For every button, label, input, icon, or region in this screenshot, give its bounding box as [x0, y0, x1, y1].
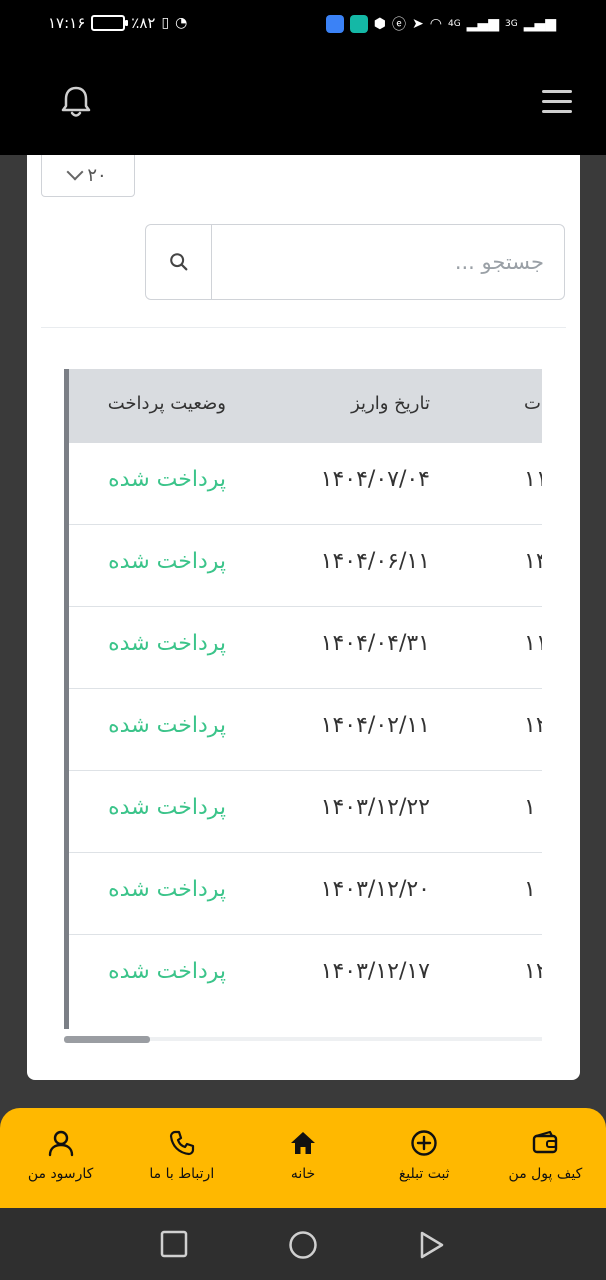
row-date: ۱۴۰۳/۱۲/۱۷ — [320, 959, 430, 984]
row-amount: ۱ — [524, 877, 536, 902]
telegram-icon: ➤ — [412, 16, 424, 32]
bottom-nav: کیف پول من ثبت تبلیغ خانه ارتباط با ما ک… — [0, 1108, 606, 1208]
page-size-value: ۲۰ — [87, 164, 107, 186]
vibrate-icon: ▯ — [161, 15, 170, 31]
battery-icon — [91, 15, 129, 31]
row-date: ۱۴۰۴/۰۷/۰۴ — [320, 467, 430, 492]
status-bar: ۱۷:۱۶ ٪۸۲ ▯ ◔ ⬢ ⓔ ➤ ◠ 4G ▂▄▆ 3G ▂▄▆ — [0, 0, 606, 50]
home-icon — [291, 1132, 315, 1154]
table-row: پرداخت شده ۱۴۰۴/۰۴/۳۱ ۱۱ — [69, 607, 542, 689]
status-left: ۱۷:۱۶ ٪۸۲ ▯ ◔ — [48, 14, 187, 32]
back-triangle-icon[interactable] — [418, 1230, 446, 1260]
row-status: پرداخت شده — [108, 877, 226, 902]
divider — [41, 327, 566, 328]
row-date: ۱۴۰۴/۰۶/۱۱ — [320, 549, 430, 574]
status-right: ⬢ ⓔ ➤ ◠ 4G ▂▄▆ 3G ▂▄▆ — [325, 14, 556, 34]
row-amount: ۱۱ — [524, 631, 542, 656]
nav-item-add-ad[interactable]: ثبت تبلیغ — [364, 1108, 485, 1208]
row-date: ۱۴۰۴/۰۲/۱۱ — [320, 713, 430, 738]
row-amount: ۱ — [524, 795, 536, 820]
hamburger-icon[interactable] — [542, 90, 572, 114]
row-amount: ۱۲ — [524, 713, 542, 738]
nav-label-home: خانه — [290, 1166, 316, 1182]
table-row: پرداخت شده ۱۴۰۳/۱۲/۲۲ ۱ — [69, 771, 542, 853]
shield-app-icon — [325, 15, 344, 33]
table-row: پرداخت شده ۱۴۰۴/۰۷/۰۴ ۱۱ — [69, 443, 542, 525]
nav-label-profile: کارسود من — [27, 1166, 94, 1182]
nav-label-wallet: کیف پول من — [508, 1166, 583, 1182]
row-status: پرداخت شده — [108, 959, 226, 984]
row-date: ۱۴۰۴/۰۴/۳۱ — [320, 631, 430, 656]
alarm-icon: ◔ — [175, 15, 188, 31]
header-amount: ت — [524, 393, 541, 414]
table-header: وضعیت پرداخت تاریخ واریز ت — [69, 369, 542, 443]
row-date: ۱۴۰۳/۱۲/۲۰ — [320, 877, 430, 902]
row-status: پرداخت شده — [108, 467, 226, 492]
network-label-1: 4G — [447, 19, 461, 29]
search-box — [145, 224, 565, 300]
nav-label-add-ad: ثبت تبلیغ — [398, 1166, 450, 1182]
nav-label-contact: ارتباط با ما — [149, 1166, 215, 1182]
system-nav-bar — [0, 1208, 606, 1280]
nav-item-contact[interactable]: ارتباط با ما — [121, 1108, 242, 1208]
app-header — [0, 50, 606, 155]
table-scrollbar-thumb[interactable] — [64, 1036, 150, 1043]
clock: ۱۷:۱۶ — [48, 14, 86, 32]
page-size-select[interactable]: ۲۰ — [41, 155, 135, 197]
content-card: ۲۰ وضعیت پرداخت تاریخ واریز ت پرداخت شده… — [27, 155, 580, 1080]
payments-table: وضعیت پرداخت تاریخ واریز ت پرداخت شده ۱۴… — [64, 369, 542, 1029]
row-status: پرداخت شده — [108, 795, 226, 820]
table-row: پرداخت شده ۱۴۰۳/۱۲/۲۰ ۱ — [69, 853, 542, 935]
nav-item-home[interactable]: خانه — [242, 1108, 363, 1208]
table-row: پرداخت شده ۱۴۰۳/۱۲/۱۷ ۱۲ — [69, 935, 542, 1017]
bell-icon[interactable] — [56, 82, 96, 122]
search-button[interactable] — [146, 225, 212, 299]
row-amount: ۱۱ — [524, 467, 542, 492]
row-date: ۱۴۰۳/۱۲/۲۲ — [320, 795, 430, 820]
network-label-2: 3G — [504, 19, 518, 29]
row-status: پرداخت شده — [108, 713, 226, 738]
vpn-app-icon — [349, 15, 368, 33]
nav-item-profile[interactable]: کارسود من — [0, 1108, 121, 1208]
chevron-down-icon — [66, 163, 84, 181]
table-row: پرداخت شده ۱۴۰۴/۰۲/۱۱ ۱۲ — [69, 689, 542, 771]
search-input[interactable] — [212, 225, 564, 299]
battery-percent: ٪۸۲ — [131, 14, 156, 32]
row-status: پرداخت شده — [108, 549, 226, 574]
plus-circle-icon — [411, 1130, 437, 1156]
signal-icon-2: ▂▄▆ — [523, 16, 556, 32]
row-status: پرداخت شده — [108, 631, 226, 656]
wifi-icon: ◠ — [429, 16, 442, 32]
phone-icon — [169, 1130, 194, 1156]
recents-square-icon[interactable] — [160, 1230, 188, 1258]
hexagon-app-icon: ⬢ — [373, 16, 387, 32]
header-date: تاریخ واریز — [351, 393, 430, 414]
signal-icon-1: ▂▄▆ — [466, 16, 499, 32]
row-amount: ۱۴ — [524, 549, 542, 574]
user-icon — [48, 1130, 73, 1157]
table-row: پرداخت شده ۱۴۰۴/۰۶/۱۱ ۱۴ — [69, 525, 542, 607]
nav-item-wallet[interactable]: کیف پول من — [485, 1108, 606, 1208]
header-status: وضعیت پرداخت — [107, 393, 226, 414]
home-circle-icon[interactable] — [288, 1230, 318, 1260]
wallet-icon — [533, 1130, 558, 1154]
search-icon — [169, 253, 187, 271]
row-amount: ۱۲ — [524, 959, 542, 984]
app-e-icon: ⓔ — [392, 17, 407, 33]
